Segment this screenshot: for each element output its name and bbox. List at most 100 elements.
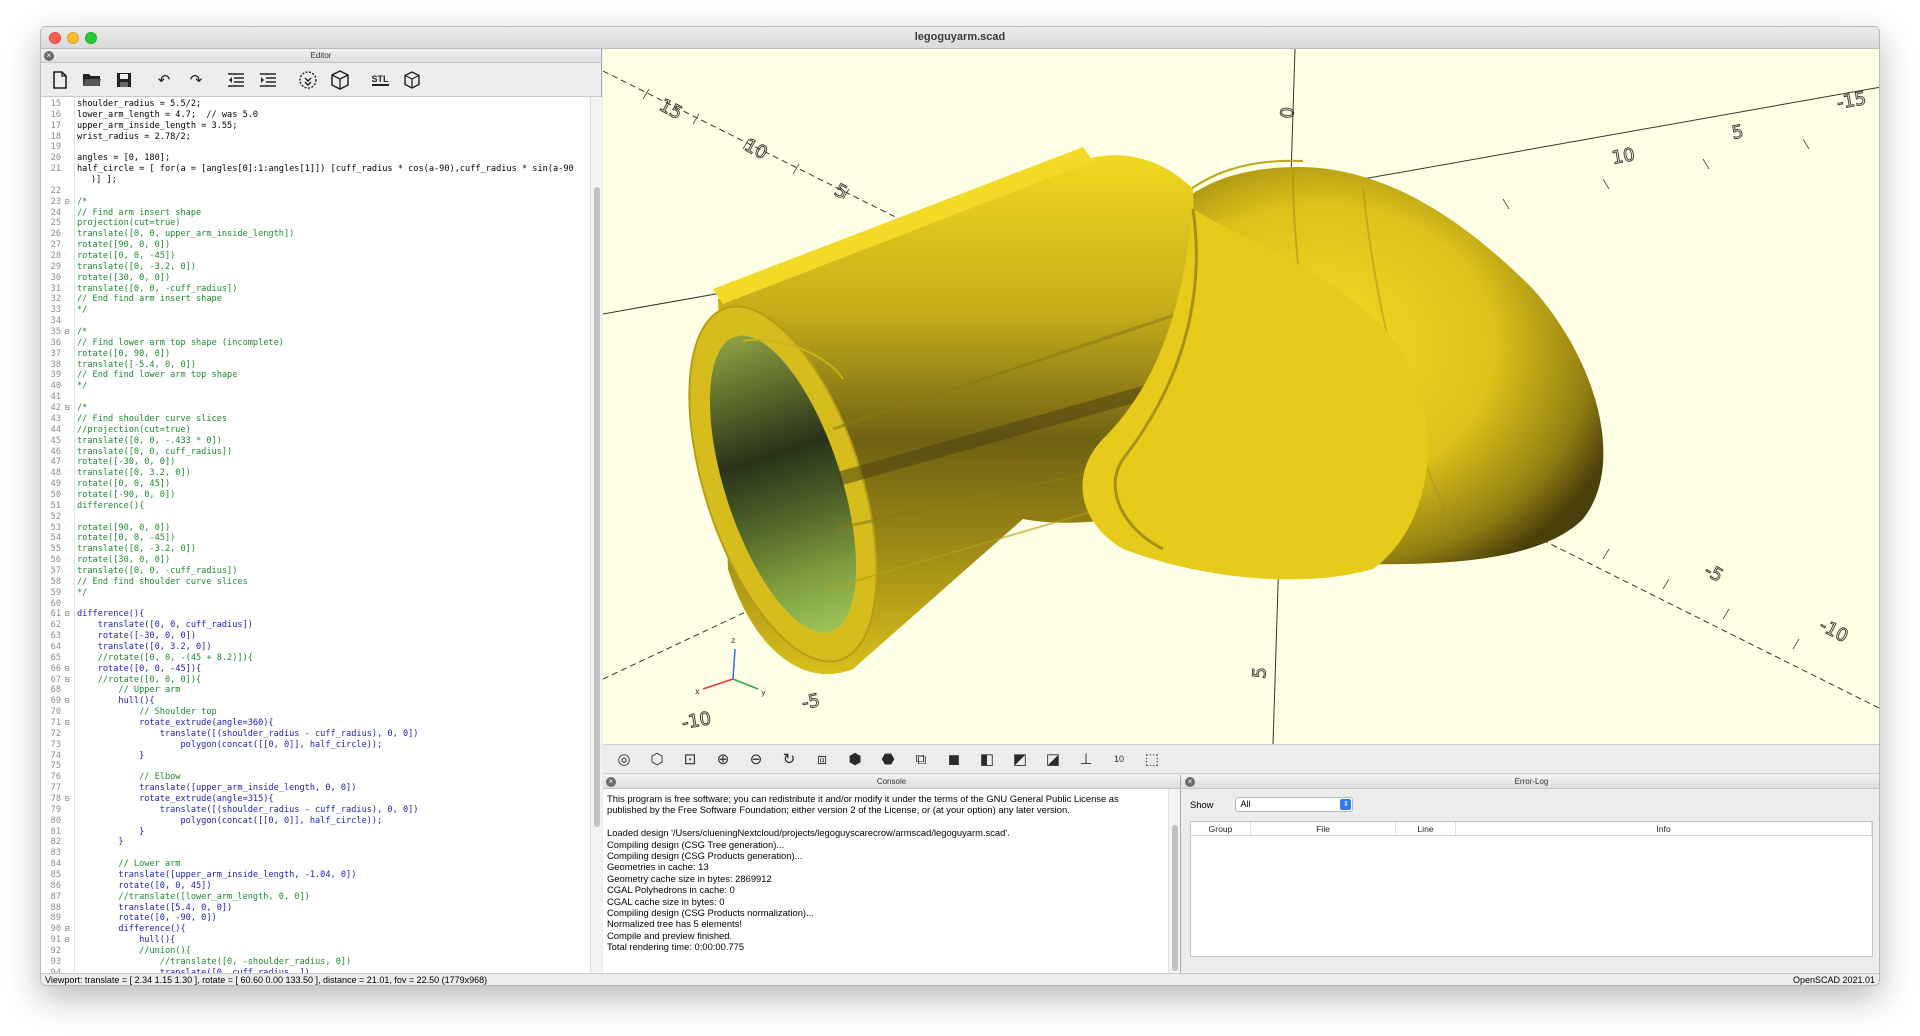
fold-toggle-icon[interactable]: ⊟ (61, 327, 73, 338)
code-line[interactable]: 36 // Find lower arm top shape (incomplet… (41, 338, 590, 349)
indent-icon[interactable] (255, 67, 281, 93)
code-line[interactable]: 31 translate([0, 0, -cuff_radius]) (41, 284, 590, 295)
code-line[interactable]: 73 polygon(concat([[0, 0]], half_circle)… (41, 740, 590, 751)
code-line[interactable]: )] ]; (41, 175, 590, 186)
editor-scrollbar[interactable] (590, 97, 602, 975)
code-line[interactable]: 29 translate([0, -3.2, 0]) (41, 262, 590, 273)
code-line[interactable]: 53 rotate([90, 0, 0]) (41, 523, 590, 534)
unindent-icon[interactable] (223, 67, 249, 93)
fold-toggle-icon[interactable]: ⊟ (61, 664, 73, 675)
code-line[interactable]: 61 ⊟ difference(){ (41, 609, 590, 620)
code-line[interactable]: 65 //rotate([0, 0, -(45 + 8.2)]){ (41, 653, 590, 664)
code-line[interactable]: 82 } (41, 837, 590, 848)
code-line[interactable]: 62 translate([0, 0, cuff_radius]) (41, 620, 590, 631)
console-scrollbar[interactable] (1168, 789, 1180, 975)
code-line[interactable]: 80 polygon(concat([[0, 0]], half_circle)… (41, 816, 590, 827)
code-line[interactable]: 40 */ (41, 381, 590, 392)
code-line[interactable]: 47 rotate([-30, 0, 0]) (41, 457, 590, 468)
view-left-icon[interactable]: ⧉ (908, 747, 934, 771)
code-line[interactable]: 86 rotate([0, 0, 45]) (41, 881, 590, 892)
code-line[interactable]: 44 //projection(cut=true) (41, 425, 590, 436)
code-line[interactable]: 33 */ (41, 305, 590, 316)
show-filter-select[interactable]: All ⇕ (1235, 797, 1354, 812)
undo-icon[interactable]: ↶ (151, 67, 177, 93)
fold-toggle-icon[interactable]: ⊟ (61, 696, 73, 707)
code-line[interactable]: 22 (41, 186, 590, 197)
show-edges-icon[interactable]: ⬚ (1139, 747, 1165, 771)
editor-close-icon[interactable]: × (44, 51, 54, 61)
orthogonal-icon[interactable]: ◪ (1040, 747, 1066, 771)
code-line[interactable]: 92 //union(){ (41, 946, 590, 957)
fold-toggle-icon[interactable]: ⊟ (61, 609, 73, 620)
code-line[interactable]: 23 ⊟ /* (41, 197, 590, 208)
code-line[interactable]: 49 rotate([0, 0, 45]) (41, 479, 590, 490)
code-line[interactable]: 91 ⊟ hull(){ (41, 935, 590, 946)
fold-toggle-icon[interactable]: ⊟ (61, 794, 73, 805)
view-right-icon[interactable]: ⧈ (809, 747, 835, 771)
code-line[interactable]: 75 (41, 761, 590, 772)
column-line[interactable]: Line (1396, 822, 1456, 835)
code-line[interactable]: 21 half_circle = [ for(a = [angles[0]:1:a… (41, 164, 590, 175)
view-bottom-icon[interactable]: ⬣ (875, 747, 901, 771)
code-line[interactable]: 48 translate([0, 3.2, 0]) (41, 468, 590, 479)
code-line[interactable]: 90 ⊟ difference(){ (41, 924, 590, 935)
code-line[interactable]: 43 // Find shoulder curve slices (41, 414, 590, 425)
code-line[interactable]: 54 rotate([0, 0, -45]) (41, 533, 590, 544)
console-output[interactable]: This program is free software; you can r… (607, 793, 1166, 953)
perspective-icon[interactable]: ◩ (1007, 747, 1033, 771)
fold-toggle-icon[interactable]: ⊟ (61, 935, 73, 946)
editor-scroll-thumb[interactable] (594, 187, 600, 827)
fold-toggle-icon[interactable]: ⊟ (61, 197, 73, 208)
code-line[interactable]: 25 projection(cut=true) (41, 218, 590, 229)
view-top-icon[interactable]: ⬢ (842, 747, 868, 771)
code-line[interactable]: 63 rotate([-30, 0, 0]) (41, 631, 590, 642)
column-file[interactable]: File (1251, 822, 1396, 835)
code-line[interactable]: 67 ⊟ //rotate([0, 0, 0]){ (41, 675, 590, 686)
code-line[interactable]: 88 translate([5.4, 0, 0]) (41, 903, 590, 914)
code-line[interactable]: 41 (41, 392, 590, 403)
code-line[interactable]: 50 rotate([-90, 0, 0]) (41, 490, 590, 501)
code-line[interactable]: 81 } (41, 827, 590, 838)
code-line[interactable]: 93 //translate([0, -shoulder_radius, 0]) (41, 957, 590, 968)
show-axes-icon[interactable]: ⊥ (1073, 747, 1099, 771)
code-line[interactable]: 42 ⊟ /* (41, 403, 590, 414)
code-line[interactable]: 38 translate([-5.4, 0, 0]) (41, 360, 590, 371)
code-line[interactable]: 70 // Shoulder top (41, 707, 590, 718)
fold-toggle-icon[interactable]: ⊟ (61, 675, 73, 686)
code-line[interactable]: 60 (41, 599, 590, 610)
view-all-icon[interactable]: ⊡ (677, 747, 703, 771)
code-line[interactable]: 85 translate([upper_arm_inside_length, -… (41, 870, 590, 881)
column-group[interactable]: Group (1191, 822, 1251, 835)
code-line[interactable]: 34 (41, 316, 590, 327)
3d-viewport[interactable]: 15 10 5 -5 -10 -15 5 10 -5 -10 0 5 z x y (603, 49, 1879, 744)
code-line[interactable]: 30 rotate([30, 0, 0]) (41, 273, 590, 284)
code-line[interactable]: 17 upper_arm_inside_length = 3.55; (41, 121, 590, 132)
code-line[interactable]: 79 translate([(shoulder_radius - cuff_ra… (41, 805, 590, 816)
fold-toggle-icon[interactable]: ⊟ (61, 403, 73, 414)
code-line[interactable]: 16 lower_arm_length = 4.7; // was 5.0 (41, 110, 590, 121)
code-line[interactable]: 32 // End find arm insert shape (41, 294, 590, 305)
code-line[interactable]: 56 rotate([30, 0, 0]) (41, 555, 590, 566)
render-icon[interactable]: ⬡ (644, 747, 670, 771)
code-line[interactable]: 39 // End find lower arm top shape (41, 370, 590, 381)
code-line[interactable]: 15 shoulder_radius = 5.5/2; (41, 99, 590, 110)
reset-view-icon[interactable]: ↻ (776, 747, 802, 771)
code-line[interactable]: 18 wrist_radius = 2.78/2; (41, 132, 590, 143)
code-line[interactable]: 89 rotate([0, -90, 0]) (41, 913, 590, 924)
code-line[interactable]: 83 (41, 848, 590, 859)
code-line[interactable]: 71 ⊟ rotate_extrude(angle=360){ (41, 718, 590, 729)
save-icon[interactable] (111, 67, 137, 93)
fold-toggle-icon[interactable]: ⊟ (61, 924, 73, 935)
code-line[interactable]: 76 // Elbow (41, 772, 590, 783)
console-scroll-thumb[interactable] (1172, 825, 1178, 971)
error-log-table[interactable]: Group File Line Info (1190, 821, 1873, 957)
error-log-close-icon[interactable]: × (1185, 777, 1195, 787)
code-line[interactable]: 57 translate([0, 0, -cuff_radius]) (41, 566, 590, 577)
code-line[interactable]: 72 translate([(shoulder_radius - cuff_ra… (41, 729, 590, 740)
code-line[interactable]: 37 rotate([0, 90, 0]) (41, 349, 590, 360)
code-line[interactable]: 64 translate([0, 3.2, 0]) (41, 642, 590, 653)
send-to-printer-icon[interactable] (399, 67, 425, 93)
code-editor[interactable]: 15 shoulder_radius = 5.5/2; 16 lower_arm_le… (41, 97, 602, 975)
code-line[interactable]: 45 translate([0, 0, -.433 * 0]) (41, 436, 590, 447)
preview-icon[interactable]: ◎ (611, 747, 637, 771)
